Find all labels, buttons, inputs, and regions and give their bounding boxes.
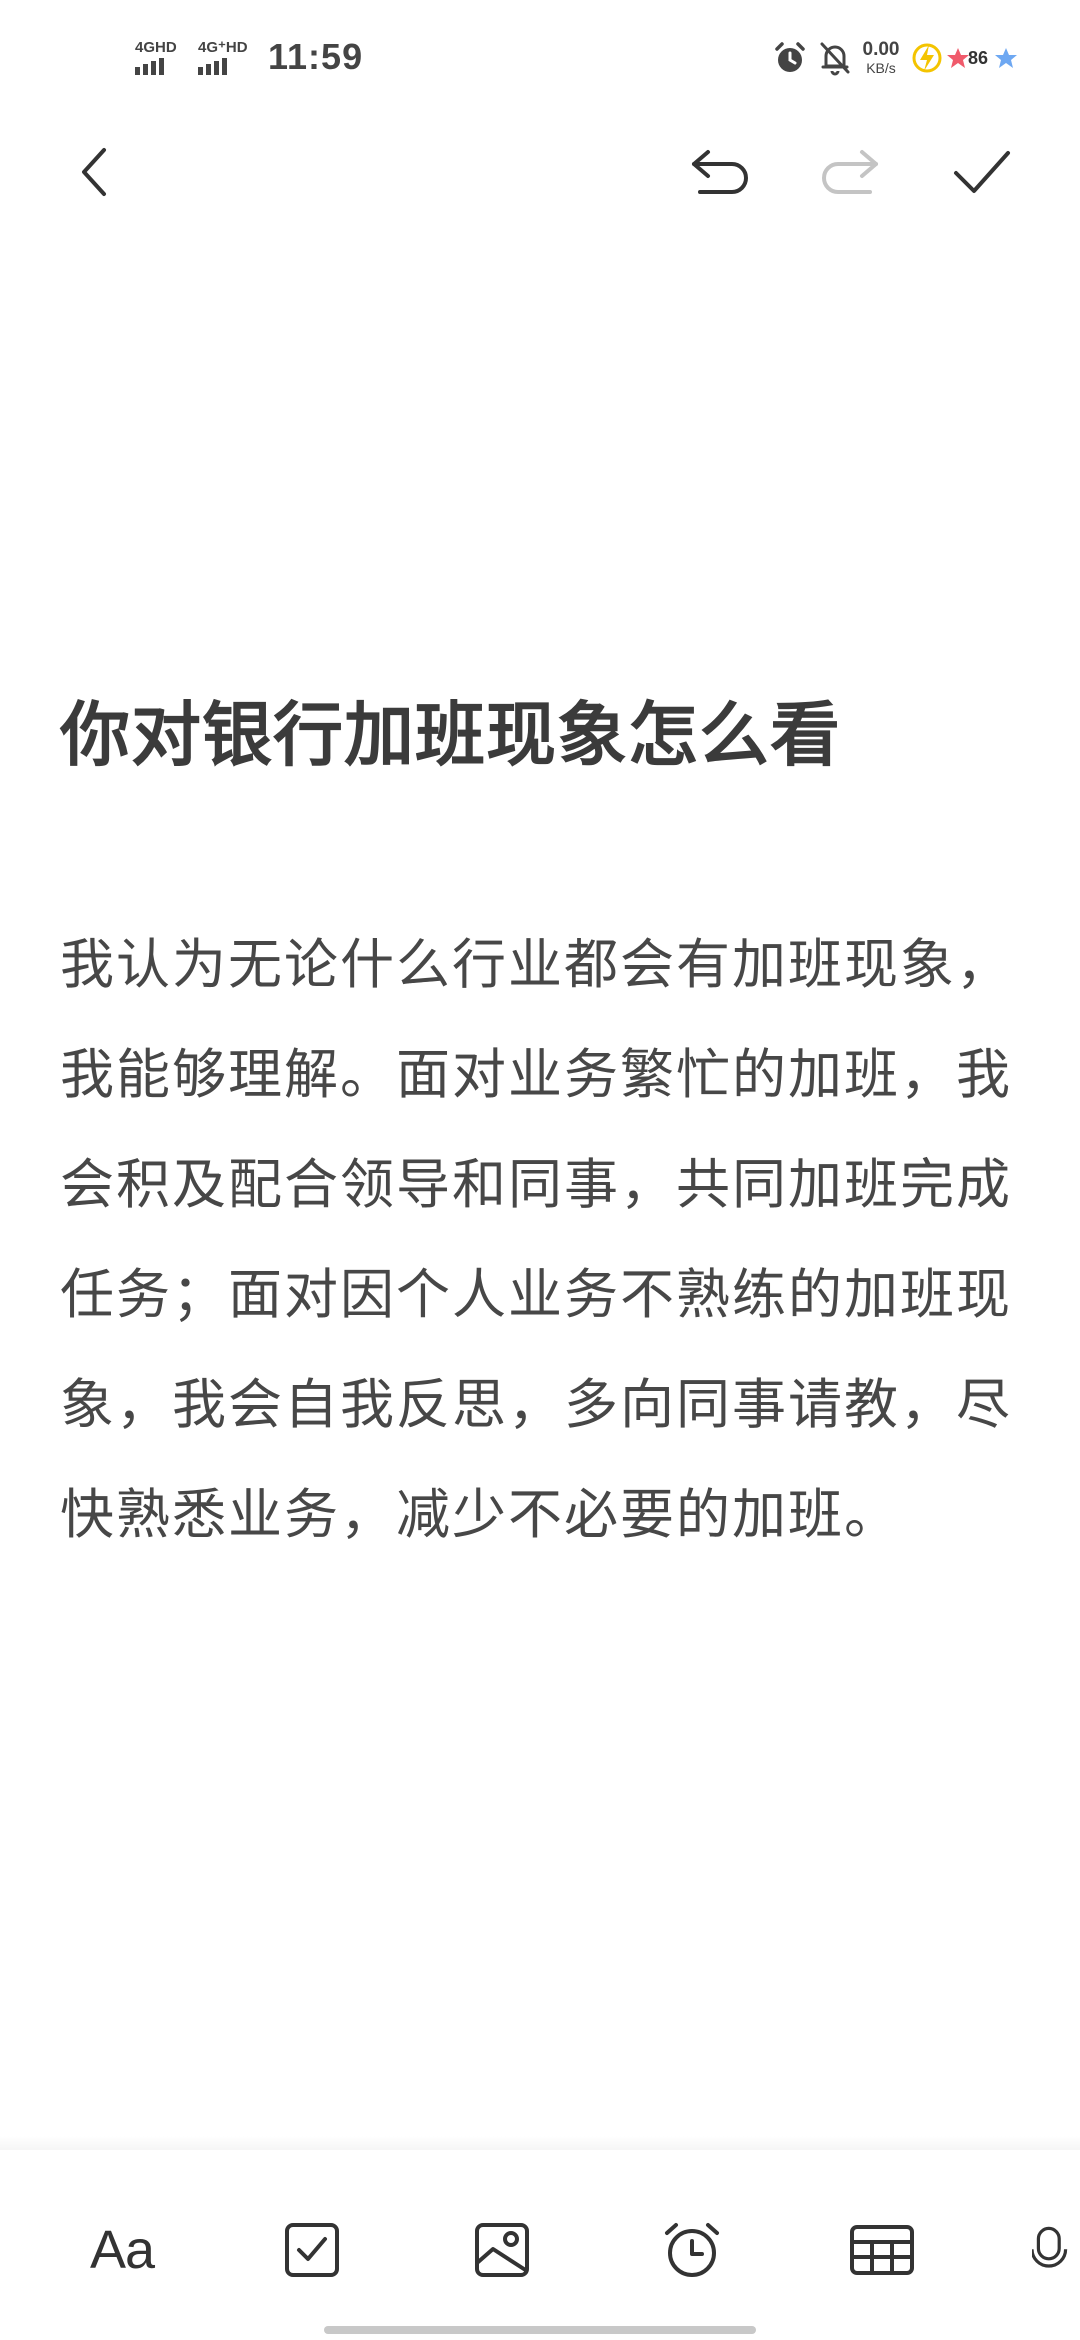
alarm-icon: [772, 40, 808, 80]
status-time: 11:59: [268, 36, 364, 77]
checklist-button[interactable]: [272, 2210, 352, 2290]
undo-button[interactable]: [688, 140, 752, 204]
done-button[interactable]: [950, 140, 1014, 204]
signal-bars-icon: [135, 58, 177, 75]
redo-icon: [822, 150, 878, 194]
battery-level: 86: [968, 48, 989, 68]
checkbox-icon: [285, 2223, 339, 2277]
reminder-button[interactable]: [652, 2210, 732, 2290]
redo-button[interactable]: [818, 140, 882, 204]
network-speed: 0.00 KB/s: [858, 40, 904, 75]
voice-input-button[interactable]: [1032, 2210, 1080, 2290]
home-indicator[interactable]: [324, 2326, 756, 2334]
sim2-label: 4G⁺HD: [198, 39, 248, 56]
network-speed-unit: KB/s: [866, 60, 896, 76]
network-speed-value: 0.00: [862, 39, 900, 60]
sim1-label: 4GHD: [135, 39, 177, 56]
checkmark-icon: [954, 151, 1010, 193]
bell-off-icon: [818, 40, 852, 80]
note-body[interactable]: 我认为无论什么行业都会有加班现象，我能够理解。面对业务繁忙的加班，我会积及配合领…: [60, 910, 1020, 1570]
charging-bolt-icon: [912, 40, 942, 80]
text-format-button[interactable]: Aa: [82, 2210, 162, 2290]
back-button[interactable]: [64, 140, 128, 204]
alarm-icon: [665, 2223, 719, 2277]
chevron-left-icon: [82, 148, 106, 196]
insert-image-button[interactable]: [462, 2210, 542, 2290]
insert-table-button[interactable]: [842, 2210, 922, 2290]
text-format-label: Aa: [89, 2220, 155, 2280]
microphone-icon: [1032, 2226, 1068, 2268]
undo-icon: [692, 150, 748, 194]
note-title[interactable]: 你对银行加班现象怎么看: [60, 690, 1020, 780]
sim1-signal: 4GHD: [135, 40, 177, 75]
image-icon: [475, 2223, 529, 2277]
table-icon: [850, 2225, 914, 2275]
status-bar: 4GHD 4G⁺HD 11:59 0.00 KB/s 86: [0, 0, 1080, 120]
sim2-signal: 4G⁺HD: [198, 40, 248, 75]
signal-bars-icon: [198, 58, 248, 75]
